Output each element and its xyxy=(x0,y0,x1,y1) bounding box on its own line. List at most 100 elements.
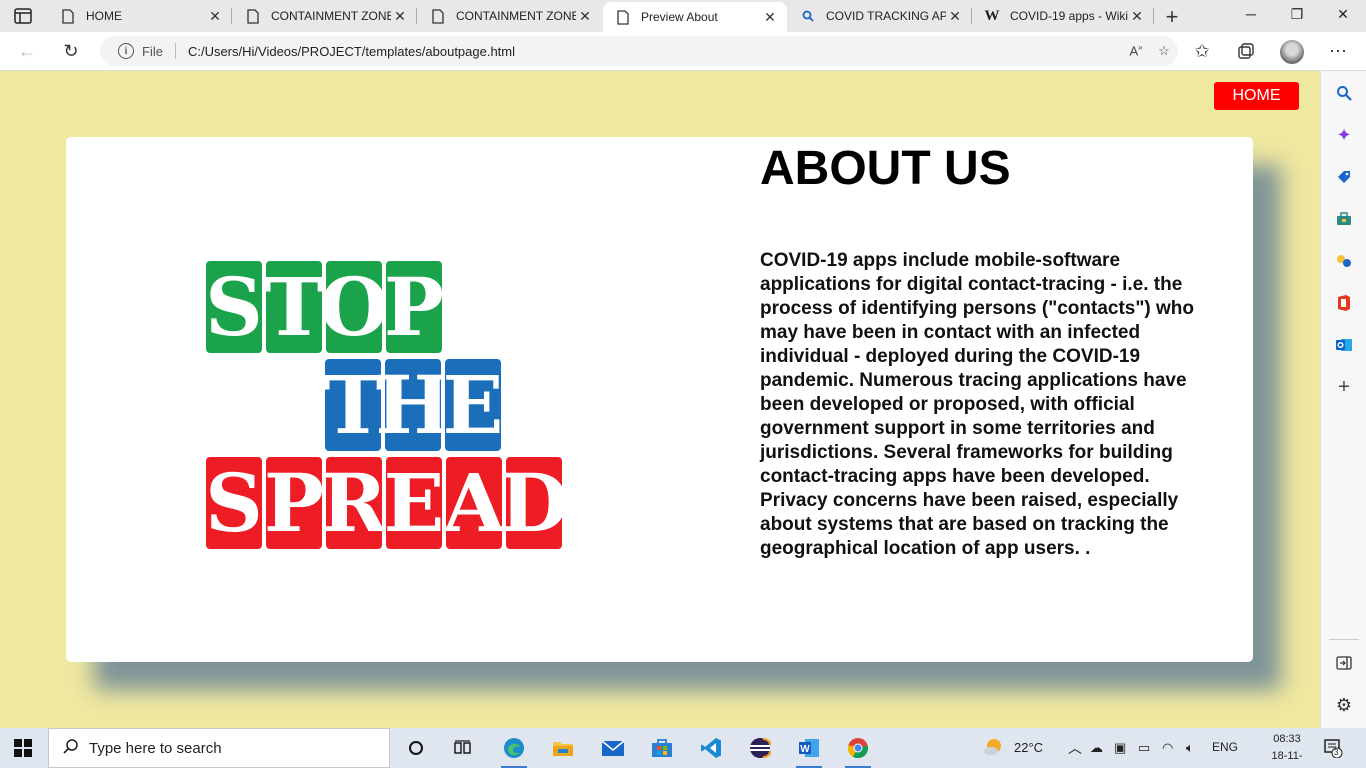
read-aloud-icon[interactable]: A» xyxy=(1122,43,1150,58)
logo-letter: P xyxy=(384,261,444,354)
task-view-icon[interactable] xyxy=(450,736,476,760)
tab-title: CONTAINMENT ZONE xyxy=(456,9,576,23)
navigation-bar: ← ↻ i File C:/Users/Hi/Videos/PROJECT/te… xyxy=(0,32,1366,71)
file-explorer-icon[interactable] xyxy=(550,736,576,760)
page-icon xyxy=(245,8,261,24)
search-icon[interactable] xyxy=(1334,83,1354,103)
logo-letter-tile: R xyxy=(321,456,388,550)
tab-title: Preview About xyxy=(641,10,718,24)
close-tab-icon[interactable]: ✕ xyxy=(576,8,594,25)
clock[interactable]: 08:33 18-11-2022 xyxy=(1262,731,1312,768)
logo-letter-tile: E xyxy=(384,456,445,550)
settings-gear-icon[interactable]: ⚙ xyxy=(1334,695,1354,715)
chrome-icon[interactable] xyxy=(845,736,871,768)
taskbar-search-box[interactable]: Type here to search xyxy=(48,728,390,768)
tools-icon[interactable] xyxy=(1334,209,1354,229)
eclipse-icon[interactable] xyxy=(747,736,773,760)
logo-letter-tile: E xyxy=(443,358,504,452)
logo-letter-tile: P xyxy=(384,261,444,354)
search-icon xyxy=(63,738,79,758)
tab-containment-zone-2[interactable]: CONTAINMENT ZONE ✕ xyxy=(418,0,602,32)
clock-date: 18-11-2022 xyxy=(1271,750,1303,768)
hide-sidebar-icon[interactable] xyxy=(1334,653,1354,673)
office-icon[interactable] xyxy=(1334,293,1354,313)
weather-temperature[interactable]: 22°C xyxy=(1014,740,1043,755)
url-text[interactable]: C:/Users/Hi/Videos/PROJECT/templates/abo… xyxy=(188,44,1122,59)
tab-covid-tracking-app[interactable]: COVID TRACKING APP ✕ xyxy=(788,0,972,32)
wifi-icon[interactable]: ◠ xyxy=(1162,740,1173,756)
logo-letter-tile: S xyxy=(206,261,263,354)
windows-start-icon[interactable] xyxy=(14,739,32,757)
collections-icon[interactable] xyxy=(1235,40,1257,62)
edge-browser-icon[interactable] xyxy=(501,736,527,768)
restore-icon[interactable]: ❐ xyxy=(1287,6,1307,23)
close-tab-icon[interactable]: ✕ xyxy=(391,8,409,25)
new-tab-button[interactable]: + xyxy=(1160,4,1184,30)
more-options-icon[interactable]: ⋯ xyxy=(1327,40,1349,62)
search-placeholder: Type here to search xyxy=(89,739,222,757)
add-sidebar-app-icon[interactable]: + xyxy=(1334,376,1354,398)
language-indicator[interactable]: ENG xyxy=(1212,740,1238,754)
logo-letter-tile: T xyxy=(323,358,383,452)
volume-icon[interactable]: 🔈︎ xyxy=(1186,740,1194,756)
close-tab-icon[interactable]: ✕ xyxy=(946,8,964,25)
tab-containment-zone-1[interactable]: CONTAINMENT ZONE ✕ xyxy=(233,0,417,32)
close-tab-icon[interactable]: ✕ xyxy=(761,9,779,26)
mail-icon[interactable] xyxy=(600,736,626,760)
about-card: STOPTHESPREAD ABOUT US COVID-19 apps inc… xyxy=(66,137,1253,662)
logo-letter-tile: T xyxy=(264,261,324,354)
edge-sidebar: ✦ + ⚙ xyxy=(1320,71,1366,728)
address-bar[interactable]: i File C:/Users/Hi/Videos/PROJECT/templa… xyxy=(100,36,1178,66)
tab-title: COVID TRACKING APP xyxy=(826,9,946,23)
search-icon xyxy=(800,8,816,24)
logo-letter-tile: O xyxy=(319,261,389,354)
word-icon[interactable]: W xyxy=(796,736,822,768)
minimize-icon[interactable]: ─ xyxy=(1241,6,1261,22)
logo-letter-tile: H xyxy=(375,358,451,452)
logo-letter: E xyxy=(443,358,504,452)
close-window-icon[interactable]: ✕ xyxy=(1333,6,1353,23)
tab-title: CONTAINMENT ZONE xyxy=(271,9,391,23)
logo-letter: E xyxy=(384,456,445,550)
copilot-sparkle-icon[interactable]: ✦ xyxy=(1334,125,1354,145)
back-arrow-icon[interactable]: ← xyxy=(16,40,38,62)
tab-covid-apps-wiki[interactable]: W COVID-19 apps - Wiki ✕ xyxy=(972,0,1154,32)
outlook-icon[interactable] xyxy=(1334,335,1354,355)
profile-avatar[interactable] xyxy=(1280,40,1304,64)
show-hidden-icons-chevron-icon[interactable]: ︿ xyxy=(1068,738,1082,758)
logo-letter: S xyxy=(206,261,263,354)
favorites-icon[interactable]: ✩ xyxy=(1191,40,1213,62)
meet-now-icon[interactable]: ▣ xyxy=(1114,740,1126,756)
page-icon xyxy=(430,8,446,24)
notification-count: 3 xyxy=(1334,748,1339,757)
scheme-label: File xyxy=(142,43,163,59)
logo-letter: O xyxy=(319,261,389,354)
tab-title: COVID-19 apps - Wiki xyxy=(1010,9,1128,23)
refresh-icon[interactable]: ↻ xyxy=(60,40,82,62)
notification-center-icon[interactable]: 3 xyxy=(1323,738,1343,761)
home-button[interactable]: HOME xyxy=(1214,82,1299,110)
onedrive-icon[interactable]: ☁ xyxy=(1090,740,1103,756)
info-icon[interactable]: i xyxy=(118,43,134,59)
page-title: ABOUT US xyxy=(760,142,1011,195)
add-favorite-icon[interactable]: ☆ xyxy=(1150,43,1178,59)
games-icon[interactable] xyxy=(1334,251,1354,271)
svg-text:W: W xyxy=(800,744,810,755)
clock-time: 08:33 xyxy=(1273,733,1301,745)
page-viewport: HOME STOPTHESPREAD ABOUT US COVID-19 app… xyxy=(0,71,1320,728)
close-tab-icon[interactable]: ✕ xyxy=(1128,8,1146,25)
cortana-icon[interactable] xyxy=(403,736,429,760)
logo-letter: T xyxy=(323,358,383,452)
logo-letter: H xyxy=(375,358,451,452)
close-tab-icon[interactable]: ✕ xyxy=(206,8,224,25)
logo-letter: A xyxy=(442,456,506,550)
vscode-icon[interactable] xyxy=(698,736,724,760)
weather-icon[interactable] xyxy=(982,736,1004,761)
tab-preview-about[interactable]: Preview About ✕ xyxy=(603,2,787,32)
logo-letter: D xyxy=(499,456,562,550)
microsoft-store-icon[interactable] xyxy=(649,736,675,760)
tab-actions-icon[interactable] xyxy=(14,8,32,24)
tab-home[interactable]: HOME ✕ xyxy=(48,0,232,32)
battery-icon[interactable]: ▭ xyxy=(1138,740,1150,756)
shopping-tag-icon[interactable] xyxy=(1334,167,1354,187)
